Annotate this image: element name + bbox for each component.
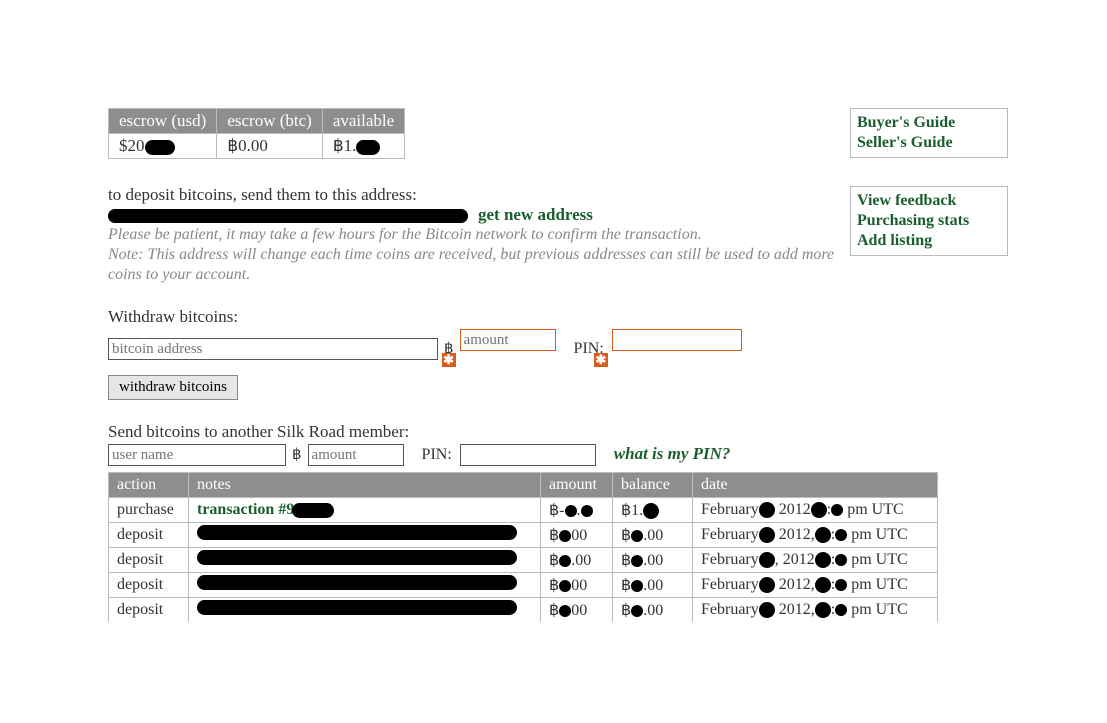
escrow-summary-table: escrow (usd) escrow (btc) available $20 … xyxy=(108,108,405,159)
withdraw-address-input[interactable] xyxy=(108,338,438,360)
cell-balance: ฿.00 xyxy=(613,598,693,623)
col-escrow-usd: escrow (usd) xyxy=(109,109,217,134)
cell-balance: ฿.00 xyxy=(613,523,693,548)
link-get-new-address[interactable]: get new address xyxy=(478,205,593,224)
cell-date: February 2012,: pm UTC xyxy=(693,573,938,598)
cell-action: purchase xyxy=(109,498,189,523)
cell-available: ฿1. xyxy=(322,134,404,159)
send-label: Send bitcoins to another Silk Road membe… xyxy=(108,422,938,442)
cell-escrow-usd: $20 xyxy=(109,134,217,159)
col-notes: notes xyxy=(189,473,541,498)
withdraw-form: ฿ ✱ PIN: ✱ xyxy=(108,329,938,369)
cell-notes xyxy=(189,548,541,573)
table-row: deposit฿.00฿.00February, 2012: pm UTC xyxy=(109,548,938,573)
cell-action: deposit xyxy=(109,548,189,573)
col-available: available xyxy=(322,109,404,134)
cell-notes: transaction #9 xyxy=(189,498,541,523)
deposit-label: to deposit bitcoins, send them to this a… xyxy=(108,185,938,205)
cell-date: February 2012: pm UTC xyxy=(693,498,938,523)
cell-amount: ฿00 xyxy=(541,523,613,548)
cell-balance: ฿.00 xyxy=(613,573,693,598)
cell-notes xyxy=(189,523,541,548)
cell-action: deposit xyxy=(109,523,189,548)
cell-amount: ฿00 xyxy=(541,573,613,598)
col-date: date xyxy=(693,473,938,498)
withdraw-label: Withdraw bitcoins: xyxy=(108,307,938,327)
table-row: deposit ฿00฿.00February 2012,: pm UTC xyxy=(109,598,938,623)
col-amount: amount xyxy=(541,473,613,498)
required-icon: ✱ xyxy=(442,353,456,367)
cell-escrow-btc: ฿0.00 xyxy=(217,134,323,159)
cell-amount: ฿-. xyxy=(541,498,613,523)
cell-date: February, 2012: pm UTC xyxy=(693,548,938,573)
col-balance: balance xyxy=(613,473,693,498)
withdraw-pin-input[interactable] xyxy=(612,329,742,351)
withdraw-button[interactable]: withdraw bitcoins xyxy=(108,375,238,400)
cell-balance: ฿.00 xyxy=(613,548,693,573)
required-icon: ✱ xyxy=(594,353,608,367)
table-row: deposit ฿00฿.00February 2012,: pm UTC xyxy=(109,523,938,548)
withdraw-amount-input[interactable] xyxy=(460,329,556,351)
deposit-note: Please be patient, it may take a few hou… xyxy=(108,225,838,285)
deposit-address-redacted xyxy=(108,209,468,223)
cell-action: deposit xyxy=(109,598,189,623)
table-row: deposit ฿00฿.00February 2012,: pm UTC xyxy=(109,573,938,598)
cell-action: deposit xyxy=(109,573,189,598)
cell-notes xyxy=(189,573,541,598)
cell-notes xyxy=(189,598,541,623)
table-row: purchase transaction #9 ฿-.฿1.February 201… xyxy=(109,498,938,523)
escrow-summary-row: $20 ฿0.00 ฿1. xyxy=(109,134,405,159)
col-escrow-btc: escrow (btc) xyxy=(217,109,323,134)
cell-balance: ฿1. xyxy=(613,498,693,523)
cell-date: February 2012,: pm UTC xyxy=(693,523,938,548)
ledger-table: action notes amount balance date purchas… xyxy=(108,472,938,622)
cell-amount: ฿.00 xyxy=(541,548,613,573)
cell-date: February 2012,: pm UTC xyxy=(693,598,938,623)
transaction-link[interactable]: transaction #9 xyxy=(197,501,294,518)
col-action: action xyxy=(109,473,189,498)
cell-amount: ฿00 xyxy=(541,598,613,623)
